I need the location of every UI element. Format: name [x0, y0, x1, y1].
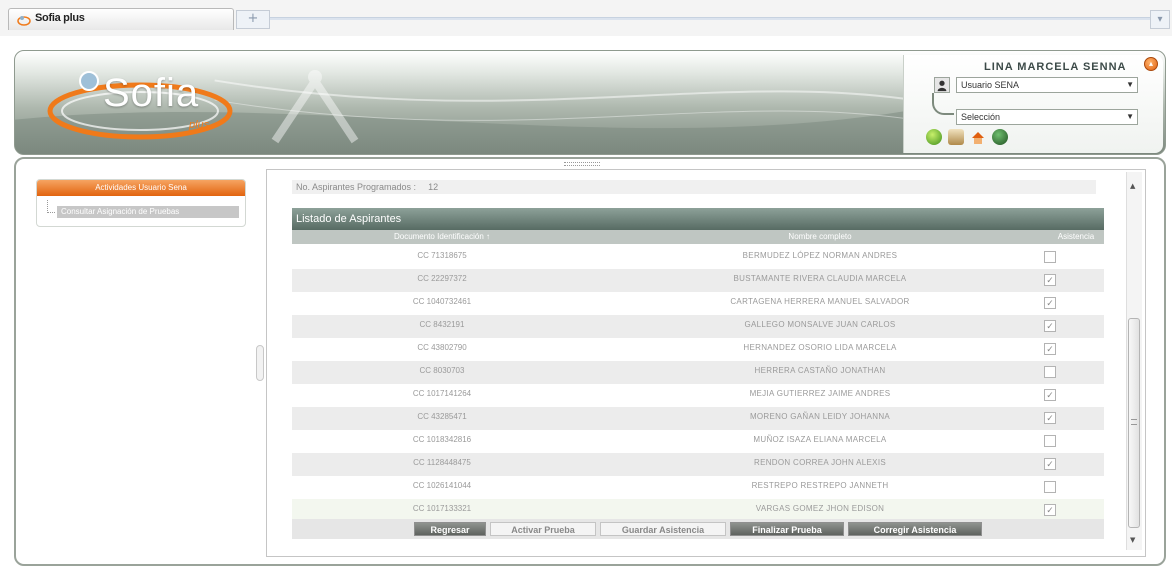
document-cell: CC 22297372: [417, 274, 467, 283]
finish-test-button[interactable]: Finalizar Prueba: [730, 522, 844, 536]
attendance-checkbox[interactable]: [1044, 366, 1056, 378]
attendance-checkbox[interactable]: [1044, 435, 1056, 447]
app-header: Sofia plus LINA MARCELA SENNA Usuario SE…: [14, 50, 1166, 155]
logo-subtext: plus: [189, 119, 210, 131]
table-row[interactable]: CC 43802790 HERNANDEZ OSORIO LIDA MARCELA…: [292, 338, 1104, 361]
user-panel: LINA MARCELA SENNA Usuario SENA ▼ Selecc…: [903, 55, 1163, 153]
action-button-bar: Regresar Activar Prueba Guardar Asistenc…: [292, 519, 1104, 539]
name-cell: BERMUDEZ LÓPEZ NORMAN ANDRES: [742, 251, 898, 260]
table-row[interactable]: CC 71318675 BERMUDEZ LÓPEZ NORMAN ANDRES: [292, 246, 1104, 269]
attendance-checkbox[interactable]: ✓: [1044, 320, 1056, 332]
table-row[interactable]: CC 1018342816 MUÑOZ ISAZA ELIANA MARCELA: [292, 430, 1104, 453]
table-header: Documento Identificación ↑ Nombre comple…: [292, 230, 1104, 244]
sofia-favicon-icon: [17, 16, 31, 26]
table-row[interactable]: CC 22297372 BUSTAMANTE RIVERA CLAUDIA MAR…: [292, 269, 1104, 292]
programmed-count-value: 12: [428, 182, 439, 192]
document-cell: CC 43285471: [417, 412, 467, 421]
panel-splitter-handle[interactable]: [256, 345, 264, 381]
document-cell: CC 8030703: [419, 366, 465, 375]
name-cell: HERNANDEZ OSORIO LIDA MARCELA: [743, 343, 897, 352]
table-row[interactable]: CC 1040732461 CARTAGENA HERRERA MANUEL SA…: [292, 292, 1104, 315]
books-icon[interactable]: [948, 129, 964, 145]
collapse-header-button[interactable]: ▴: [1144, 57, 1158, 71]
programmed-count-label: No. Aspirantes Programados :: [296, 182, 417, 192]
document-cell: CC 1040732461: [412, 297, 472, 306]
browser-tab-title: Sofia plus: [35, 12, 85, 24]
name-cell: VARGAS GOMEZ JHON EDISON: [755, 504, 885, 513]
attendance-checkbox[interactable]: ✓: [1044, 504, 1056, 516]
browser-tab-strip: Sofia plus + ▾: [0, 0, 1172, 36]
scrollbar-thumb[interactable]: [1128, 318, 1140, 528]
attendance-checkbox[interactable]: ✓: [1044, 297, 1056, 309]
document-cell: CC 1018342816: [412, 435, 472, 444]
document-cell: CC 71318675: [417, 251, 467, 260]
programmed-count-row: No. Aspirantes Programados : 12: [292, 180, 1096, 194]
column-header-name[interactable]: Nombre completo: [592, 230, 1048, 244]
document-cell: CC 1017141264: [412, 389, 472, 398]
connector-decoration: [932, 93, 954, 115]
list-title: Listado de Aspirantes: [292, 208, 1104, 230]
table-row[interactable]: CC 1017141264 MEJIA GUTIERREZ JAIME ANDRE…: [292, 384, 1104, 407]
chevron-down-icon: ▼: [1126, 80, 1134, 89]
table-row[interactable]: CC 8030703 HERRERA CASTAÑO JONATHAN: [292, 361, 1104, 384]
home-icon[interactable]: [970, 129, 986, 145]
content-scrollbar[interactable]: ▲ ▼: [1126, 172, 1142, 550]
attendance-checkbox[interactable]: [1044, 481, 1056, 493]
logo-text: Sofia: [103, 71, 200, 115]
table-row[interactable]: CC 1026141044 RESTREPO RESTREPO JANNETH: [292, 476, 1104, 499]
document-cell: CC 43802790: [417, 343, 467, 352]
activities-panel-title: Actividades Usuario Sena: [37, 180, 245, 196]
new-tab-button[interactable]: +: [236, 10, 270, 29]
name-cell: BUSTAMANTE RIVERA CLAUDIA MARCELA: [733, 274, 907, 283]
name-cell: CARTAGENA HERRERA MANUEL SALVADOR: [730, 297, 910, 306]
selection-select-value: Selección: [961, 112, 1001, 122]
table-row[interactable]: CC 8432191 GALLEGO MONSALVE JUAN CARLOS ✓: [292, 315, 1104, 338]
activate-test-button[interactable]: Activar Prueba: [490, 522, 596, 536]
tab-menu-button[interactable]: ▾: [1150, 10, 1170, 29]
name-cell: RESTREPO RESTREPO JANNETH: [751, 481, 889, 490]
save-attendance-button[interactable]: Guardar Asistencia: [600, 522, 726, 536]
attendance-checkbox[interactable]: ✓: [1044, 458, 1056, 470]
browser-tab[interactable]: Sofia plus: [8, 8, 234, 30]
column-header-attendance[interactable]: Asistencia: [1048, 230, 1104, 244]
logout-icon[interactable]: [992, 129, 1008, 145]
document-cell: CC 1128448475: [413, 458, 471, 467]
attendance-checkbox[interactable]: ✓: [1044, 343, 1056, 355]
resize-grip[interactable]: [564, 162, 600, 166]
user-name: LINA MARCELA SENNA: [984, 61, 1127, 73]
attendance-checkbox[interactable]: ✓: [1044, 412, 1056, 424]
sidebar-item-consultar[interactable]: Consultar Asignación de Pruebas: [57, 206, 239, 218]
scroll-up-icon[interactable]: ▲: [1130, 182, 1135, 190]
aspirants-table: CC 71318675 BERMUDEZ LÓPEZ NORMAN ANDRES …: [292, 246, 1104, 522]
sena-watermark-icon: [271, 70, 359, 144]
name-cell: MORENO GAÑAN LEIDY JOHANNA: [749, 412, 891, 421]
name-cell: HERRERA CASTAÑO JONATHAN: [754, 366, 886, 375]
name-cell: MUÑOZ ISAZA ELIANA MARCELA: [753, 435, 887, 444]
selection-select[interactable]: Selección ▼: [956, 109, 1138, 125]
scroll-down-icon[interactable]: ▼: [1130, 536, 1135, 544]
tab-strip-line: [270, 17, 1150, 20]
name-cell: GALLEGO MONSALVE JUAN CARLOS: [744, 320, 896, 329]
attendance-checkbox[interactable]: [1044, 251, 1056, 263]
table-row[interactable]: CC 1128448475 RENDON CORREA JOHN ALEXIS ✓: [292, 453, 1104, 476]
correct-attendance-button[interactable]: Corregir Asistencia: [848, 522, 982, 536]
chevron-down-icon: ▼: [1126, 112, 1134, 121]
tree-connector: [47, 200, 55, 213]
column-header-document[interactable]: Documento Identificación ↑: [292, 230, 592, 244]
name-cell: MEJIA GUTIERREZ JAIME ANDRES: [749, 389, 891, 398]
globe-icon[interactable]: [926, 129, 942, 145]
attendance-checkbox[interactable]: ✓: [1044, 274, 1056, 286]
user-icon: [934, 77, 950, 93]
document-cell: CC 1026141044: [412, 481, 472, 490]
role-select-value: Usuario SENA: [961, 80, 1020, 90]
name-cell: RENDON CORREA JOHN ALEXIS: [754, 458, 886, 467]
attendance-checkbox[interactable]: ✓: [1044, 389, 1056, 401]
document-cell: CC 1017133321: [412, 504, 472, 513]
back-button[interactable]: Regresar: [414, 522, 486, 536]
role-select[interactable]: Usuario SENA ▼: [956, 77, 1138, 93]
table-row[interactable]: CC 43285471 MORENO GAÑAN LEIDY JOHANNA ✓: [292, 407, 1104, 430]
activities-panel: Actividades Usuario Sena Consultar Asign…: [36, 179, 246, 227]
scrollbar-grip: [1131, 419, 1137, 425]
document-cell: CC 8432191: [419, 320, 465, 329]
